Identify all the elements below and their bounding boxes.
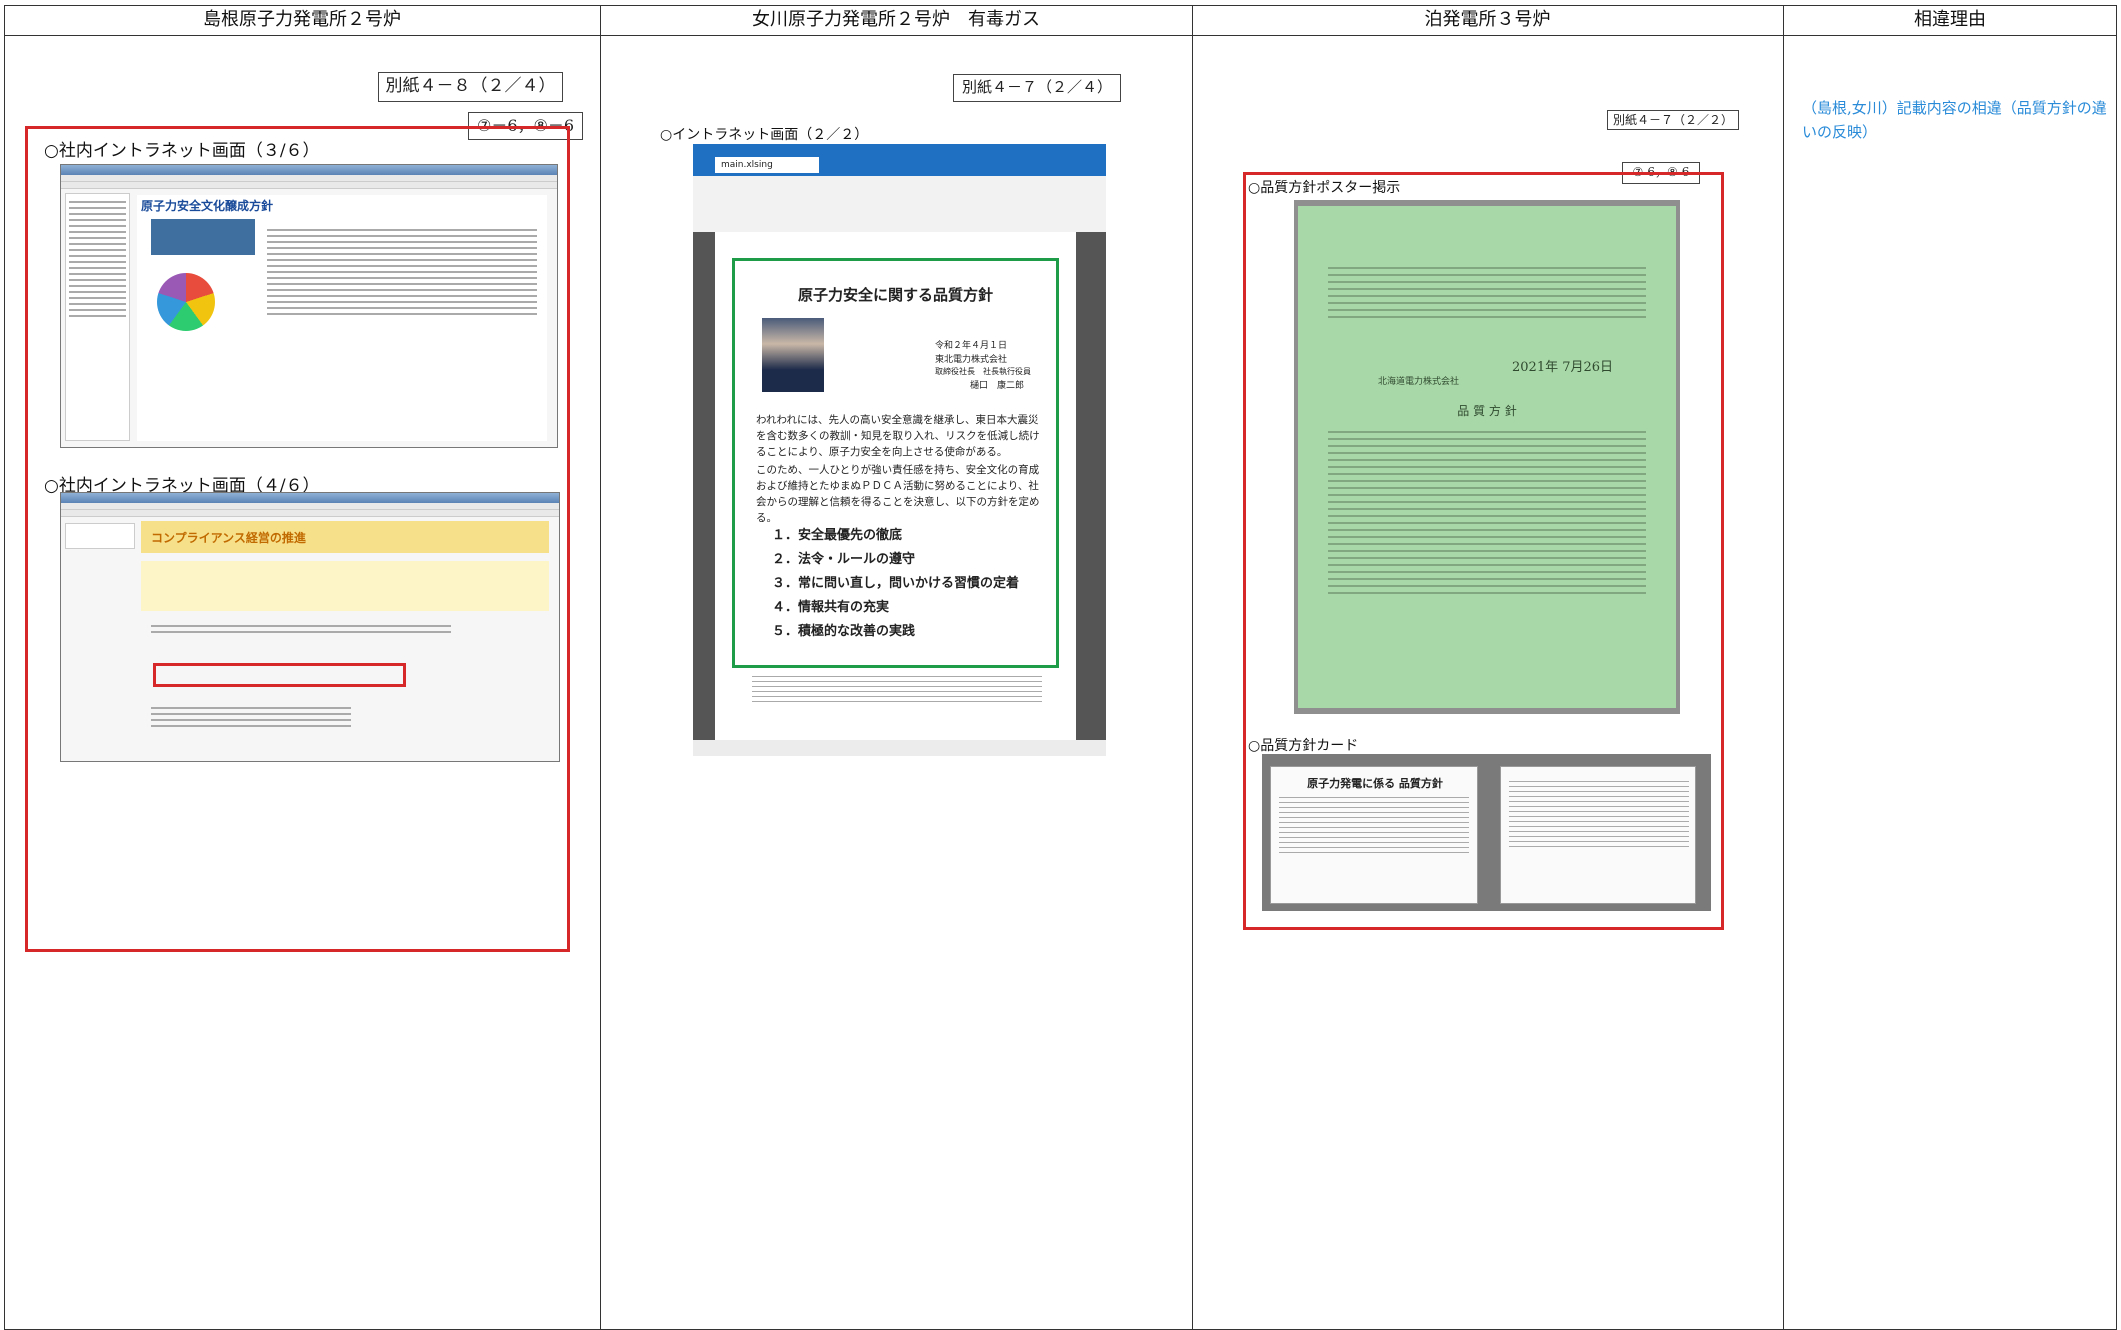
intranet-screenshot-1: 原子力安全文化醸成方針 [60, 164, 558, 448]
tomari-heading-1: ○品質方針ポスター掲示 [1248, 180, 1401, 196]
header-divider [4, 35, 2117, 36]
onagawa-heading: ○イントラネット画面（２／２） [660, 127, 869, 143]
onagawa-company: 東北電力株式会社 [935, 355, 1008, 365]
onagawa-policy-title: 原子力安全に関する品質方針 [797, 286, 993, 304]
onagawa-policy-item-2: ２．法令・ルールの遵守 [772, 552, 916, 567]
poster-policy-lines [1328, 426, 1646, 599]
column-header-onagawa: 女川原子力発電所２号炉 有毒ガス [752, 9, 1040, 30]
highlighted-link-box [153, 663, 406, 687]
intranet-page-title-1: 原子力安全文化醸成方針 [141, 199, 274, 213]
onagawa-paragraph-1: われわれには、先人の高い安全意識を継承し、東日本大震災を含む数多くの教訓・知見を… [756, 414, 1040, 458]
tomari-heading-2: ○品質方針カード [1248, 738, 1359, 754]
tomari-appendix-label: 別紙４－７（２／２） [1607, 110, 1739, 130]
card-front-lines [1279, 793, 1469, 857]
poster-heading: 品 質 方 針 [1457, 404, 1517, 418]
browser-toolbar [61, 182, 557, 189]
card-back-lines [1509, 777, 1689, 851]
onagawa-right-margin [1076, 232, 1106, 740]
policy-banner [151, 219, 255, 255]
quality-policy-card-back [1500, 766, 1696, 904]
intranet-page-title-2: コンプライアンス経営の推進 [151, 531, 306, 545]
intranet-nav-column [65, 523, 135, 549]
quality-policy-poster: 2021年 7月26日 北海道電力株式会社 品 質 方 針 [1298, 206, 1676, 708]
onagawa-footnotes [752, 672, 1042, 706]
intranet-nav-column [65, 193, 130, 441]
browser-tab: main.xlsing [715, 157, 819, 173]
column-header-reason: 相違理由 [1914, 9, 1986, 30]
column-divider-2 [1192, 5, 1193, 1330]
poster-preamble-lines [1328, 262, 1646, 323]
poster-date: 2021年 7月26日 [1512, 360, 1614, 375]
onagawa-signer-title: 取締役社長 社長執行役員 [935, 367, 1031, 376]
browser-menubar [61, 503, 559, 510]
difference-reason-text: （島根,女川）記載内容の相違（品質方針の違いの反映） [1802, 99, 2107, 141]
onagawa-signer-name: 樋口 康二郎 [970, 381, 1025, 391]
browser-toolbar [61, 510, 559, 517]
onagawa-left-margin [693, 232, 715, 740]
intranet-screenshot-2: コンプライアンス経営の推進 [60, 492, 560, 762]
onagawa-paragraph-2: このため、一人ひとりが強い責任感を持ち、安全文化の育成および維持とたゆまぬＰＤＣ… [756, 464, 1040, 524]
shimane-heading-1: ○社内イントラネット画面（３/６） [44, 141, 320, 161]
onagawa-browser-bar: main.xlsing [693, 144, 1106, 176]
column-divider-1 [600, 5, 601, 1330]
card-title: 原子力発電に係る 品質方針 [1307, 777, 1443, 790]
onagawa-policy-item-4: ４．情報共有の充実 [772, 600, 890, 615]
policy-text-block [267, 225, 537, 319]
onagawa-policy-item-3: ３．常に問い直し，問いかける習慣の定着 [772, 576, 1020, 591]
onagawa-status-bar [693, 740, 1106, 756]
onagawa-appendix-label: 別紙４－７（２／４） [953, 74, 1121, 102]
compliance-link-list-2 [151, 703, 351, 731]
president-photo [762, 318, 824, 392]
browser-menubar [61, 175, 557, 182]
browser-titlebar [61, 493, 559, 503]
onagawa-policy-item-5: ５．積極的な改善の実践 [772, 624, 916, 639]
compliance-banner: コンプライアンス経営の推進 [141, 521, 549, 553]
onagawa-date: 令和２年４月１日 [935, 341, 1008, 351]
onagawa-browser-chrome [693, 176, 1106, 232]
poster-company: 北海道電力株式会社 [1378, 377, 1460, 387]
intranet-content-area: 原子力安全文化醸成方針 [137, 195, 547, 441]
quality-policy-card-front: 原子力発電に係る 品質方針 [1270, 766, 1478, 904]
compliance-notice-box [141, 561, 549, 611]
column-header-tomari: 泊発電所３号炉 [1424, 9, 1551, 30]
column-divider-3 [1783, 5, 1784, 1330]
shimane-appendix-label: 別紙４－８（２／４） [378, 72, 563, 102]
onagawa-policy-item-1: １．安全最優先の徹底 [772, 528, 903, 543]
browser-titlebar [61, 165, 557, 175]
policy-wheel-graphic [157, 273, 215, 331]
compliance-link-list [151, 621, 451, 637]
column-header-shimane: 島根原子力発電所２号炉 [203, 9, 401, 30]
